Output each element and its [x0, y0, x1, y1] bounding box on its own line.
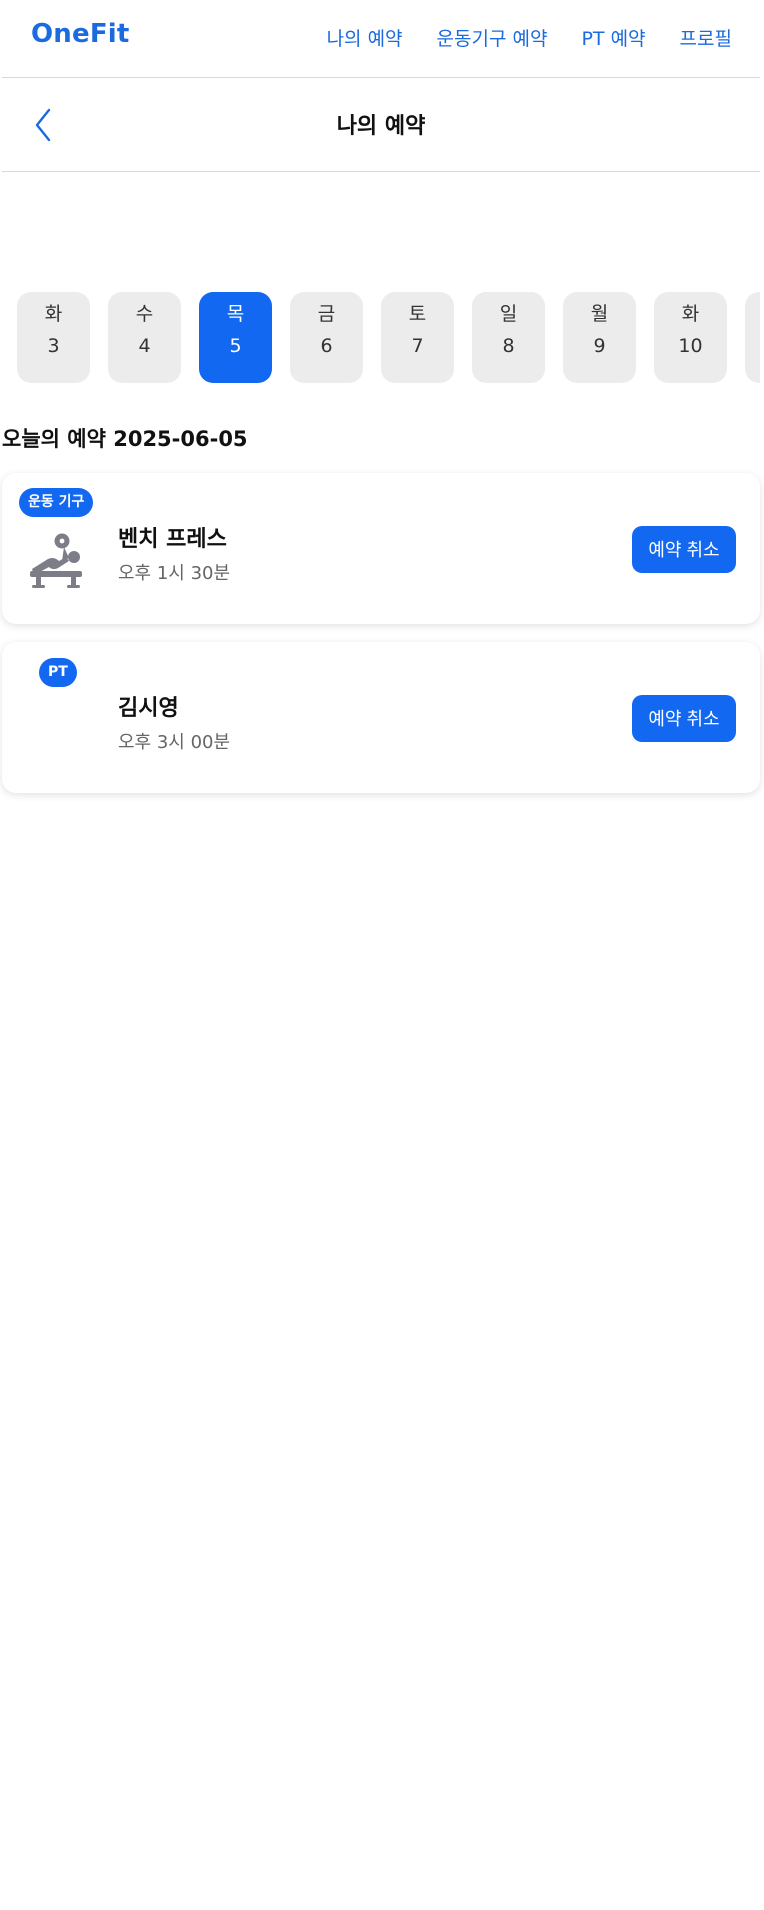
date-weekday: 일	[499, 303, 518, 325]
date-selector[interactable]: 화 3 수 4 목 5 금 6 토 7 일 8 월 9 화 10	[17, 292, 760, 384]
cancel-reservation-button[interactable]: 예약 취소	[632, 526, 736, 573]
date-pill[interactable]: 금6	[290, 292, 363, 383]
nav-link-my-reservations[interactable]: 나의 예약	[327, 24, 403, 51]
date-weekday: 토	[408, 303, 427, 325]
reservation-card: 운동 기구 벤치 프레스 오후 1시 30분 예약 취소	[2, 473, 760, 624]
date-weekday: 목	[226, 303, 245, 325]
category-badge: PT	[39, 658, 77, 687]
category-badge: 운동 기구	[19, 488, 94, 517]
date-weekday: 화	[681, 303, 700, 325]
date-pill[interactable]: 수4	[108, 292, 181, 383]
top-nav: OneFit 나의 예약 운동기구 예약 PT 예약 프로필	[2, 0, 760, 78]
date-day: 9	[593, 335, 606, 357]
date-day: 3	[47, 335, 60, 357]
date-row: 화 3 수 4 목 5 금 6 토 7 일 8 월 9 화 10	[17, 292, 760, 383]
date-day: 8	[502, 335, 515, 357]
brand-logo[interactable]: OneFit	[31, 19, 130, 49]
date-day: 6	[320, 335, 333, 357]
date-weekday: 수	[135, 303, 154, 325]
nav-link-pt-reservation[interactable]: PT 예약	[581, 24, 645, 51]
date-day: 10	[678, 335, 703, 357]
date-pill[interactable]: 월9	[563, 292, 636, 383]
reservation-time: 오후 3시 00분	[118, 732, 231, 753]
nav-links: 나의 예약 운동기구 예약 PT 예약 프로필	[327, 24, 732, 51]
bench-press-icon	[30, 533, 82, 588]
page-header: 나의 예약	[2, 78, 760, 172]
date-weekday: 금	[317, 303, 336, 325]
nav-link-equipment-reservation[interactable]: 운동기구 예약	[437, 24, 548, 51]
date-pill[interactable]: 토7	[381, 292, 454, 383]
date-pill[interactable]: 화3	[17, 292, 90, 383]
reservation-title: 벤치 프레스	[118, 527, 227, 552]
reservation-title: 김시영	[118, 696, 179, 721]
date-pill[interactable]: 화 10	[654, 292, 727, 383]
cancel-reservation-button[interactable]: 예약 취소	[632, 695, 736, 742]
date-pill[interactable]: 목5	[199, 292, 272, 383]
date-weekday: 화	[44, 303, 63, 325]
app-screen: OneFit 나의 예약 운동기구 예약 PT 예약 프로필 나의 예약 화3수…	[0, 0, 764, 1910]
date-weekday: 월	[590, 303, 609, 325]
date-pill[interactable]	[745, 292, 760, 383]
date-day: 5	[229, 335, 242, 357]
reservation-time: 오후 1시 30분	[118, 563, 231, 584]
reservation-card: PT 김시영 오후 3시 00분 예약 취소	[2, 642, 760, 793]
nav-link-profile[interactable]: 프로필	[680, 24, 732, 51]
date-pill[interactable]: 일8	[472, 292, 545, 383]
section-title: 오늘의 예약 2025-06-05	[2, 427, 248, 451]
date-day: 7	[411, 335, 424, 357]
date-day: 4	[138, 335, 151, 357]
page-title: 나의 예약	[336, 114, 426, 139]
